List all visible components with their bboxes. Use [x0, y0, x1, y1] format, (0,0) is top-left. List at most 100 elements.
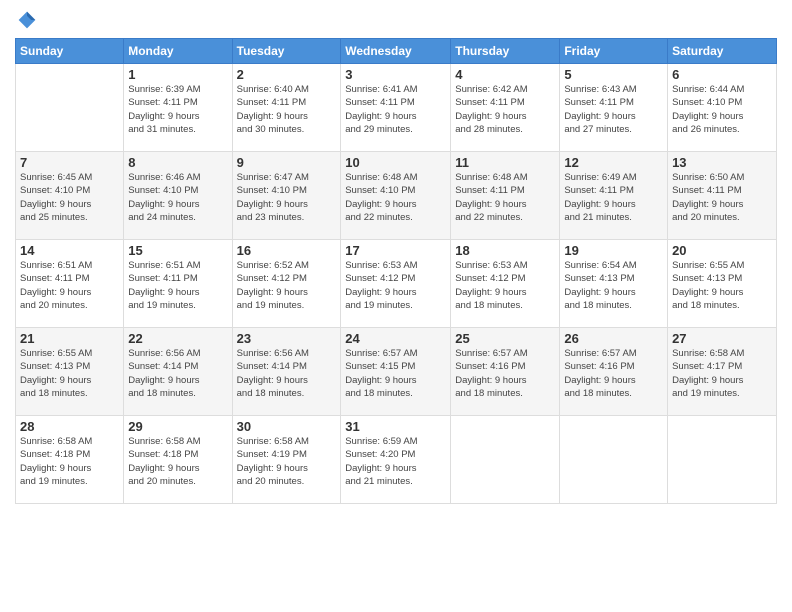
- logo-icon: [17, 10, 37, 30]
- calendar-cell: [560, 416, 668, 504]
- calendar-cell: 29Sunrise: 6:58 AMSunset: 4:18 PMDayligh…: [124, 416, 232, 504]
- page: SundayMondayTuesdayWednesdayThursdayFrid…: [0, 0, 792, 612]
- day-number: 28: [20, 419, 119, 434]
- day-info: Sunrise: 6:47 AMSunset: 4:10 PMDaylight:…: [237, 171, 337, 224]
- day-header-monday: Monday: [124, 39, 232, 64]
- day-number: 6: [672, 67, 772, 82]
- calendar-week-3: 14Sunrise: 6:51 AMSunset: 4:11 PMDayligh…: [16, 240, 777, 328]
- day-number: 7: [20, 155, 119, 170]
- calendar-cell: 24Sunrise: 6:57 AMSunset: 4:15 PMDayligh…: [341, 328, 451, 416]
- day-info: Sunrise: 6:53 AMSunset: 4:12 PMDaylight:…: [455, 259, 555, 312]
- header: [15, 10, 777, 30]
- day-number: 25: [455, 331, 555, 346]
- day-number: 15: [128, 243, 227, 258]
- day-info: Sunrise: 6:40 AMSunset: 4:11 PMDaylight:…: [237, 83, 337, 136]
- day-number: 23: [237, 331, 337, 346]
- day-number: 26: [564, 331, 663, 346]
- calendar-cell: 17Sunrise: 6:53 AMSunset: 4:12 PMDayligh…: [341, 240, 451, 328]
- calendar-cell: 6Sunrise: 6:44 AMSunset: 4:10 PMDaylight…: [668, 64, 777, 152]
- day-number: 29: [128, 419, 227, 434]
- day-number: 10: [345, 155, 446, 170]
- calendar-cell: [451, 416, 560, 504]
- calendar-cell: 7Sunrise: 6:45 AMSunset: 4:10 PMDaylight…: [16, 152, 124, 240]
- day-info: Sunrise: 6:58 AMSunset: 4:18 PMDaylight:…: [128, 435, 227, 488]
- day-info: Sunrise: 6:57 AMSunset: 4:16 PMDaylight:…: [564, 347, 663, 400]
- day-info: Sunrise: 6:44 AMSunset: 4:10 PMDaylight:…: [672, 83, 772, 136]
- day-info: Sunrise: 6:55 AMSunset: 4:13 PMDaylight:…: [20, 347, 119, 400]
- calendar-cell: 3Sunrise: 6:41 AMSunset: 4:11 PMDaylight…: [341, 64, 451, 152]
- calendar-week-4: 21Sunrise: 6:55 AMSunset: 4:13 PMDayligh…: [16, 328, 777, 416]
- day-number: 17: [345, 243, 446, 258]
- day-number: 12: [564, 155, 663, 170]
- day-info: Sunrise: 6:56 AMSunset: 4:14 PMDaylight:…: [128, 347, 227, 400]
- calendar-cell: [16, 64, 124, 152]
- day-info: Sunrise: 6:48 AMSunset: 4:10 PMDaylight:…: [345, 171, 446, 224]
- day-info: Sunrise: 6:53 AMSunset: 4:12 PMDaylight:…: [345, 259, 446, 312]
- calendar-cell: 30Sunrise: 6:58 AMSunset: 4:19 PMDayligh…: [232, 416, 341, 504]
- day-number: 31: [345, 419, 446, 434]
- day-number: 22: [128, 331, 227, 346]
- calendar-cell: 13Sunrise: 6:50 AMSunset: 4:11 PMDayligh…: [668, 152, 777, 240]
- day-number: 30: [237, 419, 337, 434]
- calendar-cell: 1Sunrise: 6:39 AMSunset: 4:11 PMDaylight…: [124, 64, 232, 152]
- calendar-cell: 2Sunrise: 6:40 AMSunset: 4:11 PMDaylight…: [232, 64, 341, 152]
- day-info: Sunrise: 6:42 AMSunset: 4:11 PMDaylight:…: [455, 83, 555, 136]
- day-info: Sunrise: 6:43 AMSunset: 4:11 PMDaylight:…: [564, 83, 663, 136]
- day-header-tuesday: Tuesday: [232, 39, 341, 64]
- calendar-cell: 31Sunrise: 6:59 AMSunset: 4:20 PMDayligh…: [341, 416, 451, 504]
- calendar-cell: 19Sunrise: 6:54 AMSunset: 4:13 PMDayligh…: [560, 240, 668, 328]
- calendar-cell: [668, 416, 777, 504]
- calendar-cell: 15Sunrise: 6:51 AMSunset: 4:11 PMDayligh…: [124, 240, 232, 328]
- calendar-cell: 18Sunrise: 6:53 AMSunset: 4:12 PMDayligh…: [451, 240, 560, 328]
- calendar-cell: 9Sunrise: 6:47 AMSunset: 4:10 PMDaylight…: [232, 152, 341, 240]
- day-number: 27: [672, 331, 772, 346]
- day-number: 5: [564, 67, 663, 82]
- calendar-cell: 26Sunrise: 6:57 AMSunset: 4:16 PMDayligh…: [560, 328, 668, 416]
- day-info: Sunrise: 6:48 AMSunset: 4:11 PMDaylight:…: [455, 171, 555, 224]
- day-info: Sunrise: 6:46 AMSunset: 4:10 PMDaylight:…: [128, 171, 227, 224]
- calendar-week-5: 28Sunrise: 6:58 AMSunset: 4:18 PMDayligh…: [16, 416, 777, 504]
- day-number: 16: [237, 243, 337, 258]
- calendar-week-2: 7Sunrise: 6:45 AMSunset: 4:10 PMDaylight…: [16, 152, 777, 240]
- calendar-cell: 23Sunrise: 6:56 AMSunset: 4:14 PMDayligh…: [232, 328, 341, 416]
- calendar-header-row: SundayMondayTuesdayWednesdayThursdayFrid…: [16, 39, 777, 64]
- calendar-cell: 25Sunrise: 6:57 AMSunset: 4:16 PMDayligh…: [451, 328, 560, 416]
- day-number: 13: [672, 155, 772, 170]
- calendar-cell: 20Sunrise: 6:55 AMSunset: 4:13 PMDayligh…: [668, 240, 777, 328]
- day-number: 1: [128, 67, 227, 82]
- day-number: 4: [455, 67, 555, 82]
- day-info: Sunrise: 6:52 AMSunset: 4:12 PMDaylight:…: [237, 259, 337, 312]
- day-info: Sunrise: 6:50 AMSunset: 4:11 PMDaylight:…: [672, 171, 772, 224]
- day-number: 14: [20, 243, 119, 258]
- day-info: Sunrise: 6:51 AMSunset: 4:11 PMDaylight:…: [20, 259, 119, 312]
- calendar-cell: 14Sunrise: 6:51 AMSunset: 4:11 PMDayligh…: [16, 240, 124, 328]
- calendar-cell: 16Sunrise: 6:52 AMSunset: 4:12 PMDayligh…: [232, 240, 341, 328]
- calendar-cell: 28Sunrise: 6:58 AMSunset: 4:18 PMDayligh…: [16, 416, 124, 504]
- day-header-sunday: Sunday: [16, 39, 124, 64]
- day-number: 21: [20, 331, 119, 346]
- day-number: 8: [128, 155, 227, 170]
- logo: [15, 10, 37, 30]
- calendar-cell: 8Sunrise: 6:46 AMSunset: 4:10 PMDaylight…: [124, 152, 232, 240]
- calendar-table: SundayMondayTuesdayWednesdayThursdayFrid…: [15, 38, 777, 504]
- calendar-cell: 5Sunrise: 6:43 AMSunset: 4:11 PMDaylight…: [560, 64, 668, 152]
- day-number: 3: [345, 67, 446, 82]
- day-info: Sunrise: 6:39 AMSunset: 4:11 PMDaylight:…: [128, 83, 227, 136]
- day-info: Sunrise: 6:41 AMSunset: 4:11 PMDaylight:…: [345, 83, 446, 136]
- calendar-cell: 27Sunrise: 6:58 AMSunset: 4:17 PMDayligh…: [668, 328, 777, 416]
- day-number: 20: [672, 243, 772, 258]
- day-number: 24: [345, 331, 446, 346]
- day-header-wednesday: Wednesday: [341, 39, 451, 64]
- day-info: Sunrise: 6:54 AMSunset: 4:13 PMDaylight:…: [564, 259, 663, 312]
- day-number: 11: [455, 155, 555, 170]
- day-info: Sunrise: 6:49 AMSunset: 4:11 PMDaylight:…: [564, 171, 663, 224]
- day-info: Sunrise: 6:58 AMSunset: 4:18 PMDaylight:…: [20, 435, 119, 488]
- day-header-saturday: Saturday: [668, 39, 777, 64]
- day-number: 19: [564, 243, 663, 258]
- day-info: Sunrise: 6:55 AMSunset: 4:13 PMDaylight:…: [672, 259, 772, 312]
- day-info: Sunrise: 6:59 AMSunset: 4:20 PMDaylight:…: [345, 435, 446, 488]
- calendar-cell: 10Sunrise: 6:48 AMSunset: 4:10 PMDayligh…: [341, 152, 451, 240]
- day-info: Sunrise: 6:51 AMSunset: 4:11 PMDaylight:…: [128, 259, 227, 312]
- day-number: 18: [455, 243, 555, 258]
- day-info: Sunrise: 6:58 AMSunset: 4:19 PMDaylight:…: [237, 435, 337, 488]
